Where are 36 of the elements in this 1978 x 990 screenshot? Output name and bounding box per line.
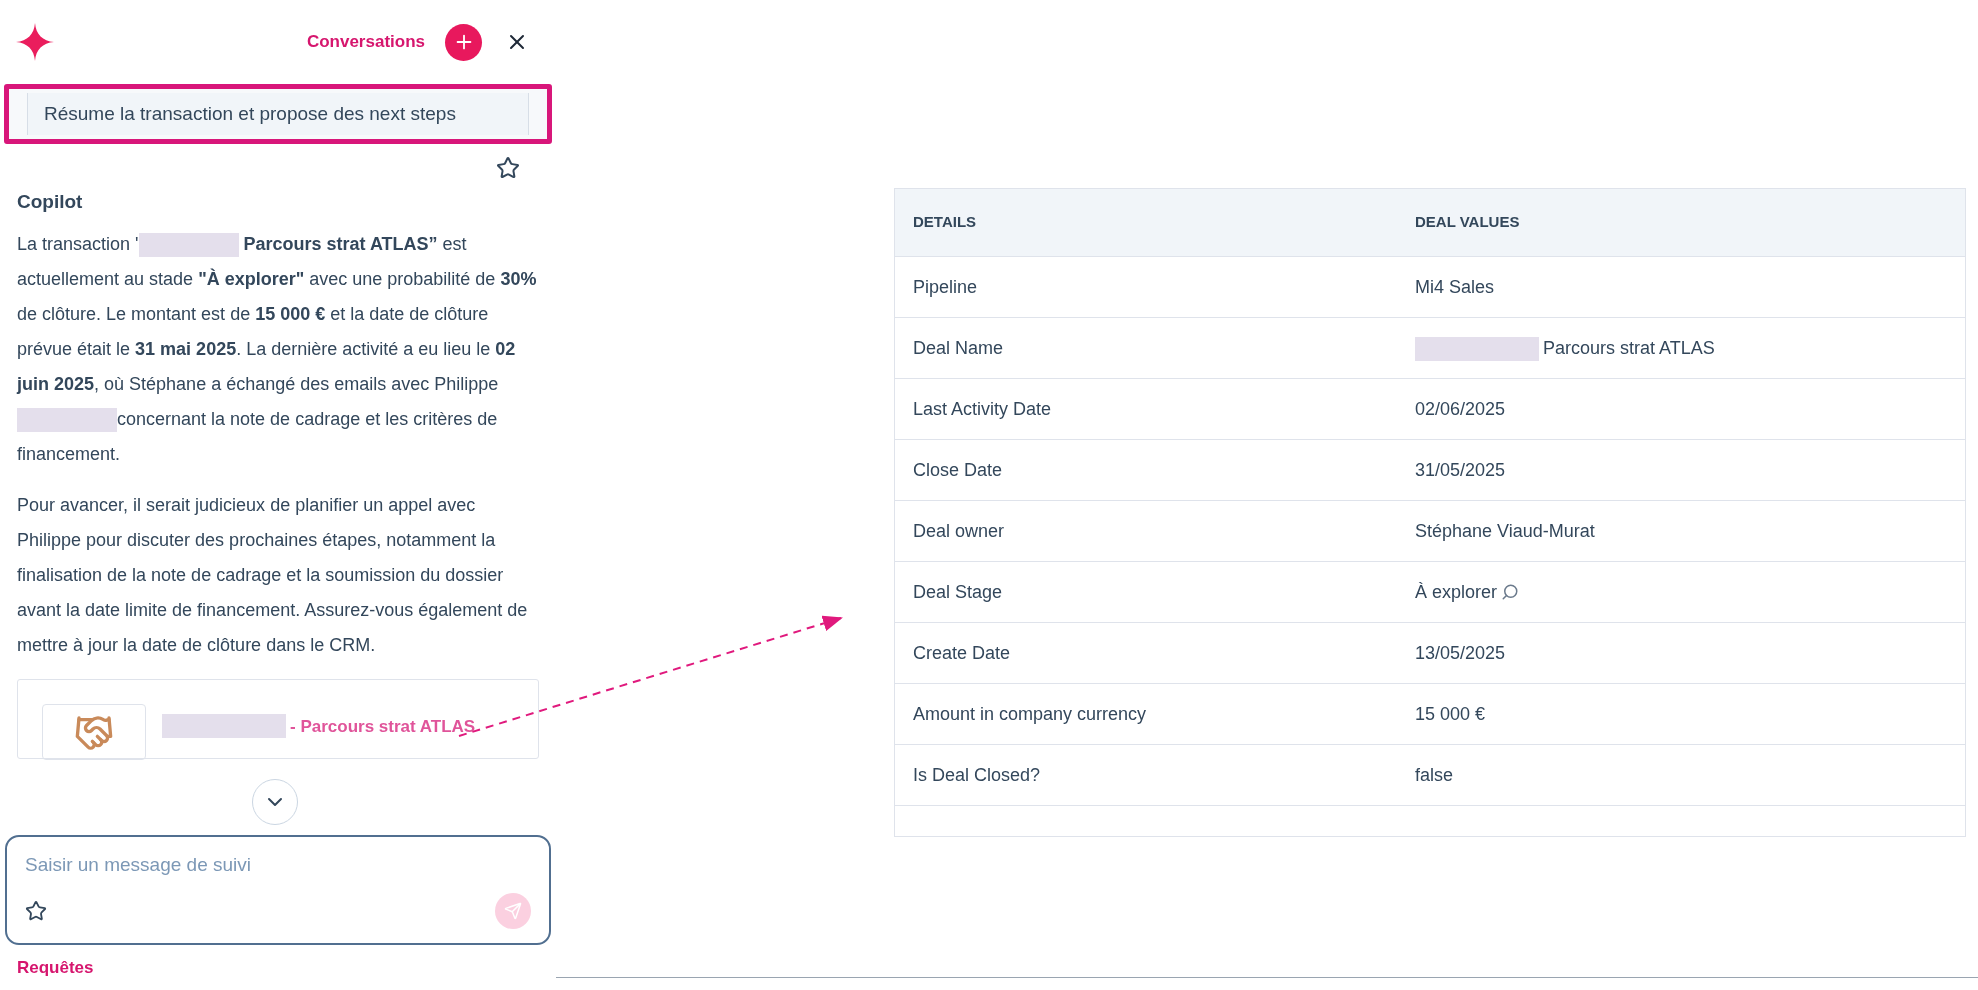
response-title: Copilot <box>17 190 84 214</box>
table-cell-text: Amount in company currency <box>913 702 1148 726</box>
table-cell-text: Last Activity Date <box>913 397 1053 421</box>
table-cell-text: Mi4 Sales <box>1415 275 1495 299</box>
summary-text: Pour avancer, il serait judicieux de planifier un appel avec Philippe pour discuter des prochaines étapes, notamment la finalisation de la note de cadrage et la soumission du dossier avant la date limite de financement. Assurez-vous également de mettre à jour la date de clôture dans le CRM. <box>17 493 529 657</box>
table-cell-text: Deal Name <box>913 336 1005 360</box>
new-conversation-button[interactable] <box>445 23 482 61</box>
table-cell-text: 15 000 € <box>1415 702 1486 726</box>
summary-text: La transaction ' Parcours strat ATLAS” est actuellement au stade "À explorer" avec une probabilité de 30% de clôture. Le montant est de 15 000 € et la date de clôture prévue était le 31 mai 2025. La dernière activité a eu lieu le 02 juin 2025, où Stéphane a échangé des emails avec Philippe concernant la note de cadrage et les critères de financement. <box>17 231 538 466</box>
table-cell-text: Close Date <box>913 458 1004 482</box>
table-cell-text: Parcours strat ATLAS <box>1543 336 1715 360</box>
send-icon <box>504 902 522 920</box>
prompt-message: Résume la transaction et propose des next steps <box>27 93 529 135</box>
sparkle-logo-icon <box>16 23 54 61</box>
table-cell-text: 13/05/2025 <box>1415 641 1506 665</box>
record-card[interactable]: - Parcours strat ATLAS <box>17 678 539 759</box>
column-header: DEAL VALUES <box>1415 212 1520 233</box>
table-cell-text: Deal Stage <box>913 580 1004 604</box>
star-icon[interactable] <box>25 900 47 922</box>
star-icon[interactable] <box>496 156 520 180</box>
table-cell-text: Stéphane Viaud-Murat <box>1415 519 1595 543</box>
requests-link[interactable]: Requêtes <box>17 954 94 981</box>
message-input[interactable]: Saisir un message de suivi <box>25 851 531 880</box>
column-header: DETAILS <box>913 212 978 233</box>
magnifier-icon <box>1501 583 1520 601</box>
table-cell-text: Deal owner <box>913 519 1006 543</box>
table-cell-text: 02/06/2025 <box>1415 397 1506 421</box>
table-cell-text: 31/05/2025 <box>1415 458 1506 482</box>
table-cell-text: Is Deal Closed? <box>913 763 1042 787</box>
table-cell-text: Pipeline <box>913 275 979 299</box>
table-cell-text: false <box>1415 763 1454 787</box>
record-title[interactable]: - Parcours strat ATLAS <box>290 713 476 739</box>
conversations-link[interactable]: Conversations <box>306 29 425 55</box>
table-cell-text: Create Date <box>913 641 1012 665</box>
table-cell-text: À explorer <box>1415 580 1498 604</box>
message-composer[interactable]: Saisir un message de suivi <box>5 835 551 945</box>
